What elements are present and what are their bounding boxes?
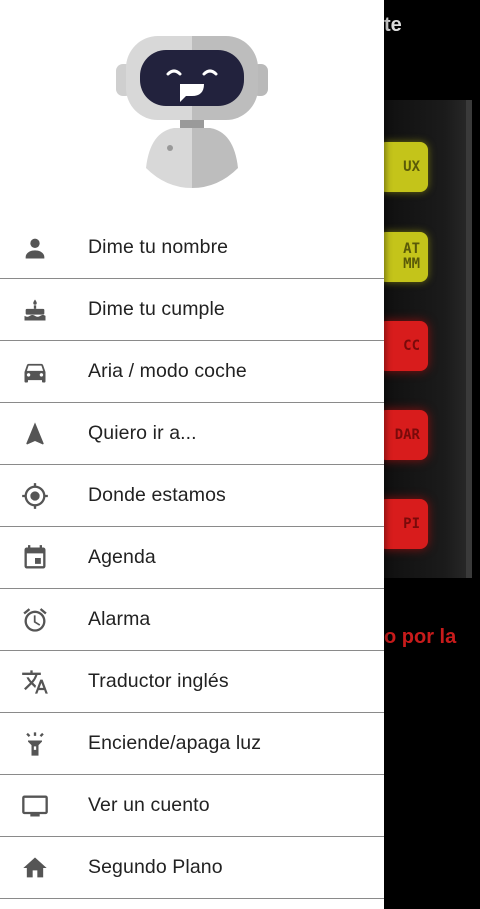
drawer-menu: Dime tu nombre Dime tu cumple Aria / mod… — [0, 217, 384, 899]
menu-item-background[interactable]: Segundo Plano — [0, 837, 384, 899]
gps-location-icon — [20, 481, 50, 511]
alarm-icon — [20, 605, 50, 635]
background-red-text: o por la — [384, 626, 457, 648]
menu-item-location[interactable]: Donde estamos — [0, 465, 384, 527]
cake-icon — [20, 295, 50, 325]
navigation-icon — [20, 419, 50, 449]
monitor-icon — [20, 791, 50, 821]
background-button-aux: UX — [378, 142, 428, 192]
menu-item-label: Aria / modo coche — [88, 360, 247, 382]
menu-item-alarm[interactable]: Alarma — [0, 589, 384, 651]
navigation-drawer: Dime tu nombre Dime tu cumple Aria / mod… — [0, 0, 384, 909]
home-icon — [20, 853, 50, 883]
menu-item-agenda[interactable]: Agenda — [0, 527, 384, 589]
background-title: te — [384, 14, 402, 36]
translate-icon — [20, 667, 50, 697]
menu-item-light[interactable]: Enciende/apaga luz — [0, 713, 384, 775]
drawer-header — [0, 0, 384, 217]
background-panel-edge — [466, 100, 472, 578]
menu-item-navigate[interactable]: Quiero ir a... — [0, 403, 384, 465]
menu-item-car-mode[interactable]: Aria / modo coche — [0, 341, 384, 403]
menu-item-label: Enciende/apaga luz — [88, 732, 262, 754]
menu-item-birthday[interactable]: Dime tu cumple — [0, 279, 384, 341]
background-button-pi: PI — [378, 499, 428, 549]
menu-item-label: Ver un cuento — [88, 794, 210, 816]
person-icon — [20, 233, 50, 263]
menu-item-story[interactable]: Ver un cuento — [0, 775, 384, 837]
menu-item-label: Donde estamos — [88, 484, 226, 506]
calendar-icon — [20, 543, 50, 573]
menu-item-label: Segundo Plano — [88, 856, 223, 878]
background-button-dar: DAR — [378, 410, 428, 460]
menu-item-name[interactable]: Dime tu nombre — [0, 217, 384, 279]
menu-item-label: Alarma — [88, 608, 151, 630]
background-button-cc: CC — [378, 321, 428, 371]
flashlight-icon — [20, 729, 50, 759]
menu-item-label: Traductor inglés — [88, 670, 229, 692]
menu-item-label: Dime tu nombre — [88, 236, 229, 258]
car-icon — [20, 357, 50, 387]
menu-item-translator[interactable]: Traductor inglés — [0, 651, 384, 713]
robot-logo — [116, 36, 268, 188]
menu-item-label: Dime tu cumple — [88, 298, 225, 320]
background-button-atmm: AT MM — [378, 232, 428, 282]
menu-item-label: Quiero ir a... — [88, 422, 197, 444]
menu-item-label: Agenda — [88, 546, 156, 568]
